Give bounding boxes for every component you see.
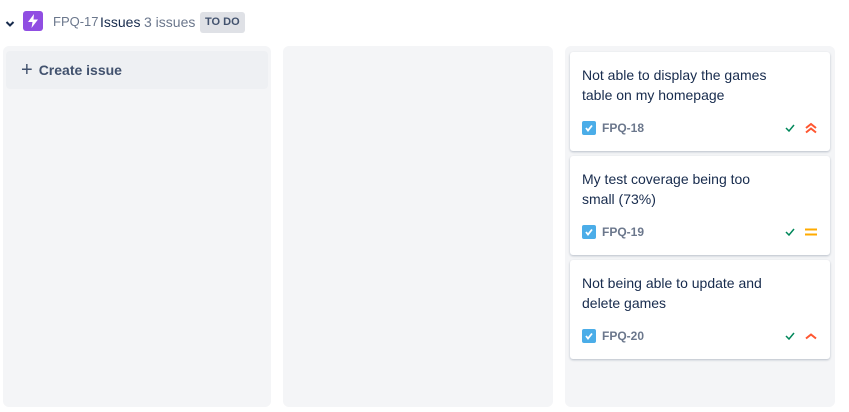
epic-header: FPQ-17 Issues 3 issues TO DO xyxy=(0,11,300,33)
column-1: + Create issue xyxy=(3,46,271,407)
task-checkbox-icon xyxy=(582,225,596,239)
issue-summary: Not being able to update and delete game… xyxy=(582,275,762,311)
issue-summary: Not able to display the games table on m… xyxy=(582,67,767,103)
epic-lightning-icon xyxy=(23,11,43,31)
issue-card[interactable]: Not being able to update and delete game… xyxy=(570,260,830,359)
done-check-icon xyxy=(785,332,795,340)
chevron-down-icon[interactable] xyxy=(5,19,15,29)
plus-icon: + xyxy=(21,59,33,81)
task-checkbox-icon xyxy=(582,121,596,135)
create-issue-button[interactable]: + Create issue xyxy=(6,51,268,89)
task-checkbox-icon xyxy=(582,329,596,343)
issue-key[interactable]: FPQ-20 xyxy=(602,329,644,343)
issue-count: 3 issues xyxy=(144,14,196,30)
priority-highest-icon xyxy=(805,122,817,134)
issue-summary: My test coverage being too small (73%) xyxy=(582,171,751,207)
column-2 xyxy=(283,46,553,407)
issue-key[interactable]: FPQ-19 xyxy=(602,225,644,239)
done-check-icon xyxy=(785,228,795,236)
epic-key[interactable]: FPQ-17 xyxy=(53,14,99,29)
epic-title: Issues xyxy=(100,14,141,30)
priority-high-icon xyxy=(805,333,817,340)
priority-medium-icon xyxy=(805,228,817,236)
issue-key[interactable]: FPQ-18 xyxy=(602,121,644,135)
issue-card[interactable]: Not able to display the games table on m… xyxy=(570,52,830,151)
create-issue-label: Create issue xyxy=(38,62,122,78)
issue-card[interactable]: My test coverage being too small (73%) F… xyxy=(570,156,830,255)
column-3: Not able to display the games table on m… xyxy=(565,46,835,407)
done-check-icon xyxy=(785,124,795,132)
status-badge: TO DO xyxy=(200,12,245,33)
